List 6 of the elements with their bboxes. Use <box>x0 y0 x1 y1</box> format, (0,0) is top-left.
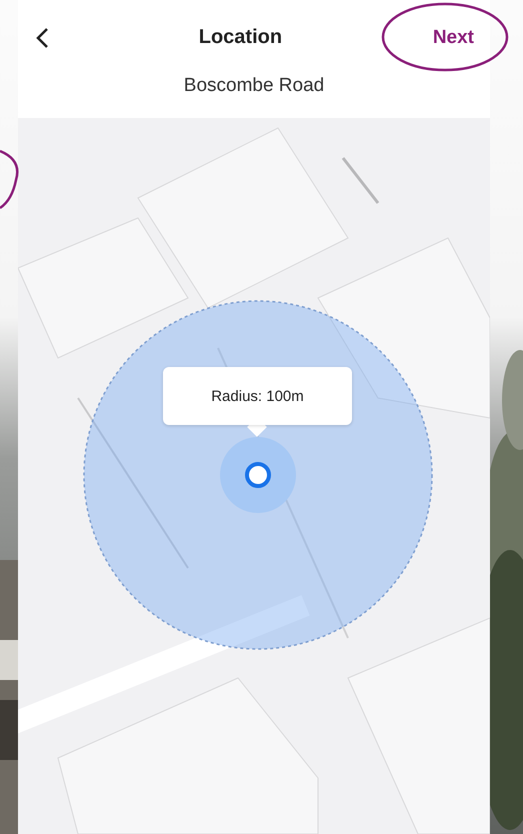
location-marker-icon <box>220 437 296 513</box>
screen-title: Location <box>198 26 282 49</box>
annotation-arc <box>0 150 18 210</box>
radius-label: Radius: 100m <box>211 388 304 404</box>
location-name: Boscombe Road <box>184 75 324 97</box>
next-button[interactable]: Next <box>428 22 478 52</box>
